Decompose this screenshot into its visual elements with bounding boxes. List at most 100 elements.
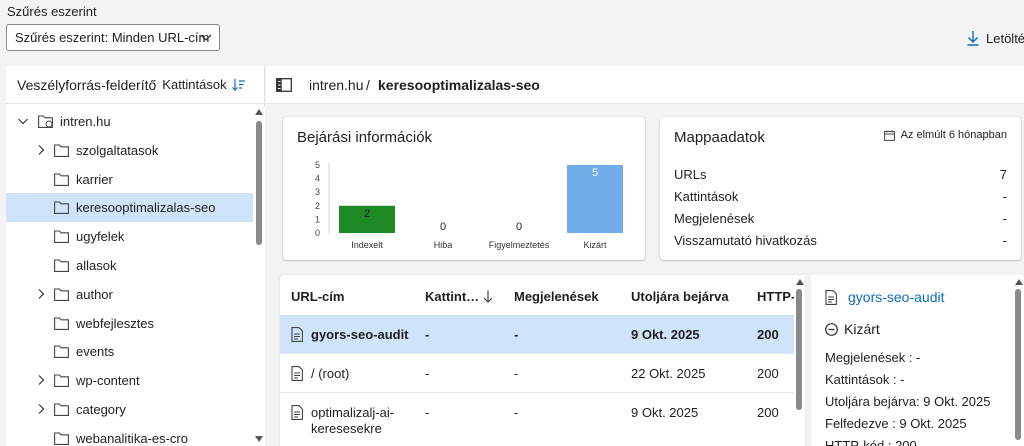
folder-data-row: URLs 7 <box>674 167 1007 182</box>
col-header-url[interactable]: URL-cím <box>291 289 344 304</box>
chevron-right-icon[interactable] <box>36 404 46 414</box>
y-tick-label: 3 <box>315 187 320 197</box>
cell-http: 200 <box>757 405 779 420</box>
tree-item-label: category <box>76 401 126 417</box>
folder-data-label: Megjelenések <box>674 211 755 226</box>
tree-item[interactable]: szolgaltatasok <box>6 136 253 165</box>
tree-root-item[interactable]: intren.hu <box>6 107 253 136</box>
main-content: intren.hu / keresooptimalizalas-seo Bejá… <box>266 66 1024 446</box>
bar-value-label: 5 <box>592 167 598 179</box>
folder-data-value: 7 <box>999 167 1007 182</box>
tree-item[interactable]: author <box>6 280 253 309</box>
folder-icon <box>54 288 69 301</box>
panel-toggle-icon[interactable] <box>276 78 292 92</box>
cell-url[interactable]: / (root) <box>311 366 349 381</box>
scroll-up-icon[interactable] <box>1015 279 1023 285</box>
scroll-up-icon[interactable] <box>796 279 804 285</box>
tree-scrollbar[interactable] <box>253 107 265 446</box>
tree-item[interactable]: category <box>6 395 253 424</box>
details-scroll-thumb[interactable] <box>1015 289 1021 440</box>
y-tick-label: 4 <box>315 174 320 184</box>
table-row[interactable]: / (root) - - 22 Okt. 2025 200 <box>280 354 794 393</box>
tree-item[interactable]: webanalitika-es-cro <box>6 424 253 446</box>
table-row[interactable]: optimalizalj-ai- keresesekre - - 9 Okt. … <box>280 393 794 446</box>
col-header-clicks-label: Kattint… <box>425 289 480 304</box>
folder-data-row: Megjelenések - <box>674 211 1007 226</box>
bar-value-label: 0 <box>516 221 522 233</box>
chevron-right-icon[interactable] <box>36 375 46 386</box>
details-row: Kattintások : - <box>825 372 905 387</box>
col-header-impressions[interactable]: Megjelenések <box>514 289 599 304</box>
cell-last-crawl: 9 Okt. 2025 <box>631 405 699 420</box>
folder-icon <box>54 317 69 330</box>
cell-url-line1[interactable]: optimalizalj-ai- <box>311 405 394 420</box>
cell-impressions: - <box>514 366 519 381</box>
tree-item[interactable]: karrier <box>6 165 253 194</box>
tree-item-label: allasok <box>76 257 117 273</box>
tree-item[interactable]: allasok <box>6 251 253 280</box>
y-tick-label: 1 <box>315 214 320 224</box>
details-title-link[interactable]: gyors-seo-audit <box>848 289 945 305</box>
tree-item-label: events <box>76 344 115 360</box>
folder-data-value: - <box>1002 233 1007 248</box>
crawl-bar-chart: 0 1 2 3 4 5 2 Indexelt 0 Hiba 0 Figyelmeztetés 5 Kizá… <box>315 160 623 250</box>
folder-icon <box>54 201 69 215</box>
cell-impressions: - <box>514 327 519 342</box>
tree-item[interactable]: events <box>6 337 253 366</box>
details-row: Utoljára bejárva: 9 Okt. 2025 <box>825 394 991 409</box>
tree-item[interactable]: wp-content <box>6 366 253 395</box>
chevron-down-icon[interactable] <box>18 116 28 126</box>
folder-icon <box>54 432 69 445</box>
tree-item-label: webanalitika-es-cro <box>76 430 188 446</box>
tree-item-label: webfejlesztes <box>76 315 155 331</box>
chevron-right-icon[interactable] <box>36 288 46 299</box>
tree-item-label: keresooptimalizalas-seo <box>76 200 216 216</box>
scroll-down-icon[interactable] <box>255 436 263 442</box>
site-folder-icon <box>38 115 53 128</box>
excluded-circle-icon <box>825 322 838 336</box>
folder-icon <box>54 345 69 359</box>
top-bar: Szűrés eszerint Szűrés eszerint: Minden … <box>0 0 1024 66</box>
y-tick-label: 0 <box>315 228 320 238</box>
period-indicator: Az elmúlt 6 hónapban <box>883 129 1007 141</box>
table-row[interactable]: gyors-seo-audit - - 9 Okt. 2025 200 <box>280 315 794 354</box>
tree-item[interactable]: webfejlesztes <box>6 309 253 338</box>
col-header-clicks[interactable]: Kattint… <box>425 289 493 304</box>
breadcrumb-root[interactable]: intren.hu <box>309 77 363 93</box>
folder-data-card: Mappaadatok Az elmúlt 6 hónapban URLs 7 Ka… <box>660 117 1021 260</box>
tree-item[interactable]: ugyfelek <box>6 222 253 251</box>
filter-dropdown[interactable]: Szűrés eszerint: Minden URL-cím <box>6 24 220 51</box>
table-scrollbar[interactable] <box>794 275 805 446</box>
cell-clicks: - <box>425 366 430 381</box>
filter-dropdown-value: Szűrés eszerint: Minden URL-cím <box>15 30 210 45</box>
folder-icon <box>54 230 69 244</box>
panel-header: Veszélyforrás-felderítő Kattintások <box>6 66 264 104</box>
tree-item-label: ugyfelek <box>76 229 125 245</box>
table-scroll-thumb[interactable] <box>796 289 802 410</box>
sort-descending-icon[interactable] <box>231 78 246 92</box>
download-button[interactable]: Letölté <box>966 30 1024 46</box>
folder-icon <box>54 259 69 272</box>
folder-data-title: Mappaadatok <box>674 129 765 146</box>
category-label: Kizárt <box>583 240 607 250</box>
document-icon <box>825 290 837 305</box>
chevron-right-icon[interactable] <box>36 144 46 155</box>
sort-label[interactable]: Kattintások <box>162 77 226 92</box>
tree-item-label: intren.hu <box>60 114 111 129</box>
breadcrumb-current: keresooptimalizalas-seo <box>378 77 540 93</box>
col-header-last-crawl[interactable]: Utoljára bejárva <box>631 289 729 304</box>
cell-clicks: - <box>425 405 430 420</box>
scroll-up-icon[interactable] <box>255 109 263 115</box>
cell-url[interactable]: gyors-seo-audit <box>311 327 409 342</box>
folder-data-value: - <box>1002 189 1007 204</box>
cell-url-line2[interactable]: keresesekre <box>311 421 382 436</box>
document-icon <box>291 366 303 381</box>
folder-data-value: - <box>1002 211 1007 226</box>
y-tick-label: 5 <box>315 160 320 170</box>
tree-item[interactable]: keresooptimalizalas-seo <box>6 193 253 223</box>
folder-icon <box>54 173 69 186</box>
chevron-down-icon <box>200 34 212 41</box>
tree-scroll-thumb[interactable] <box>256 121 262 245</box>
details-scrollbar[interactable] <box>1013 275 1024 446</box>
col-header-http[interactable]: HTTP-l <box>757 289 799 304</box>
